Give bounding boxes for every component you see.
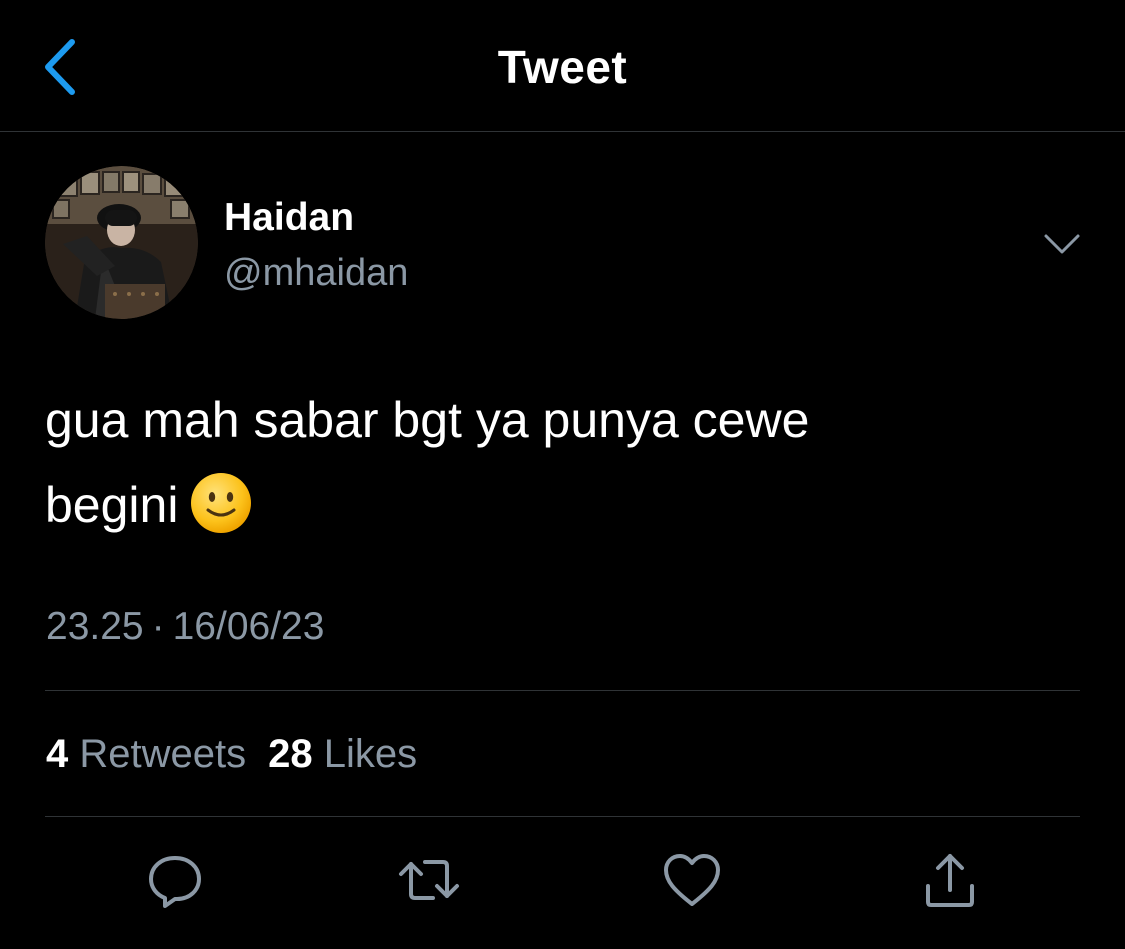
retweet-icon <box>399 860 459 900</box>
tweet-text-line: begini <box>45 463 1085 548</box>
author-handle[interactable]: @mhaidan <box>224 252 408 295</box>
tweet-text: gua mah sabar bgt ya punya cewe begini <box>45 378 1085 548</box>
stats-bottom-divider <box>45 816 1080 817</box>
retweets-label: Retweets <box>79 732 247 776</box>
slightly-smiling-face-icon <box>190 472 252 534</box>
chevron-down-icon <box>1044 234 1080 254</box>
like-button[interactable] <box>660 848 724 912</box>
likes-label: Likes <box>323 732 418 776</box>
tweet-date: 16/06/23 <box>172 605 325 648</box>
tweet-time: 23.25 <box>46 605 144 648</box>
engagement-stats: 4 Retweets 28 Likes <box>46 732 417 777</box>
more-options-button[interactable] <box>1040 226 1084 262</box>
avatar-image <box>45 166 198 319</box>
tweet-text-segment: begini <box>45 477 179 533</box>
reply-button[interactable] <box>143 848 207 912</box>
retweet-button[interactable] <box>397 848 461 912</box>
tweet-timestamp: 23.25 · 16/06/23 <box>46 605 324 649</box>
avatar[interactable] <box>45 166 198 319</box>
top-nav-bar: Tweet <box>0 0 1125 132</box>
tweet-text-line: gua mah sabar bgt ya punya cewe <box>45 392 810 448</box>
page-title: Tweet <box>497 41 628 93</box>
likes-stat[interactable]: 28 Likes <box>268 732 417 776</box>
stats-top-divider <box>45 690 1080 691</box>
share-button[interactable] <box>918 848 982 912</box>
meta-separator: · <box>151 605 165 648</box>
author-display-name[interactable]: Haidan <box>224 196 354 240</box>
retweets-count: 4 <box>46 732 69 776</box>
retweets-stat[interactable]: 4 Retweets <box>46 732 246 776</box>
heart-icon <box>664 854 720 906</box>
header-divider <box>0 131 1125 132</box>
likes-count: 28 <box>268 732 313 776</box>
tweet-detail-screen: Tweet Haidan @mhaidan gua mah sabar bgt … <box>0 0 1125 949</box>
reply-icon <box>149 856 201 908</box>
share-icon <box>926 854 974 907</box>
